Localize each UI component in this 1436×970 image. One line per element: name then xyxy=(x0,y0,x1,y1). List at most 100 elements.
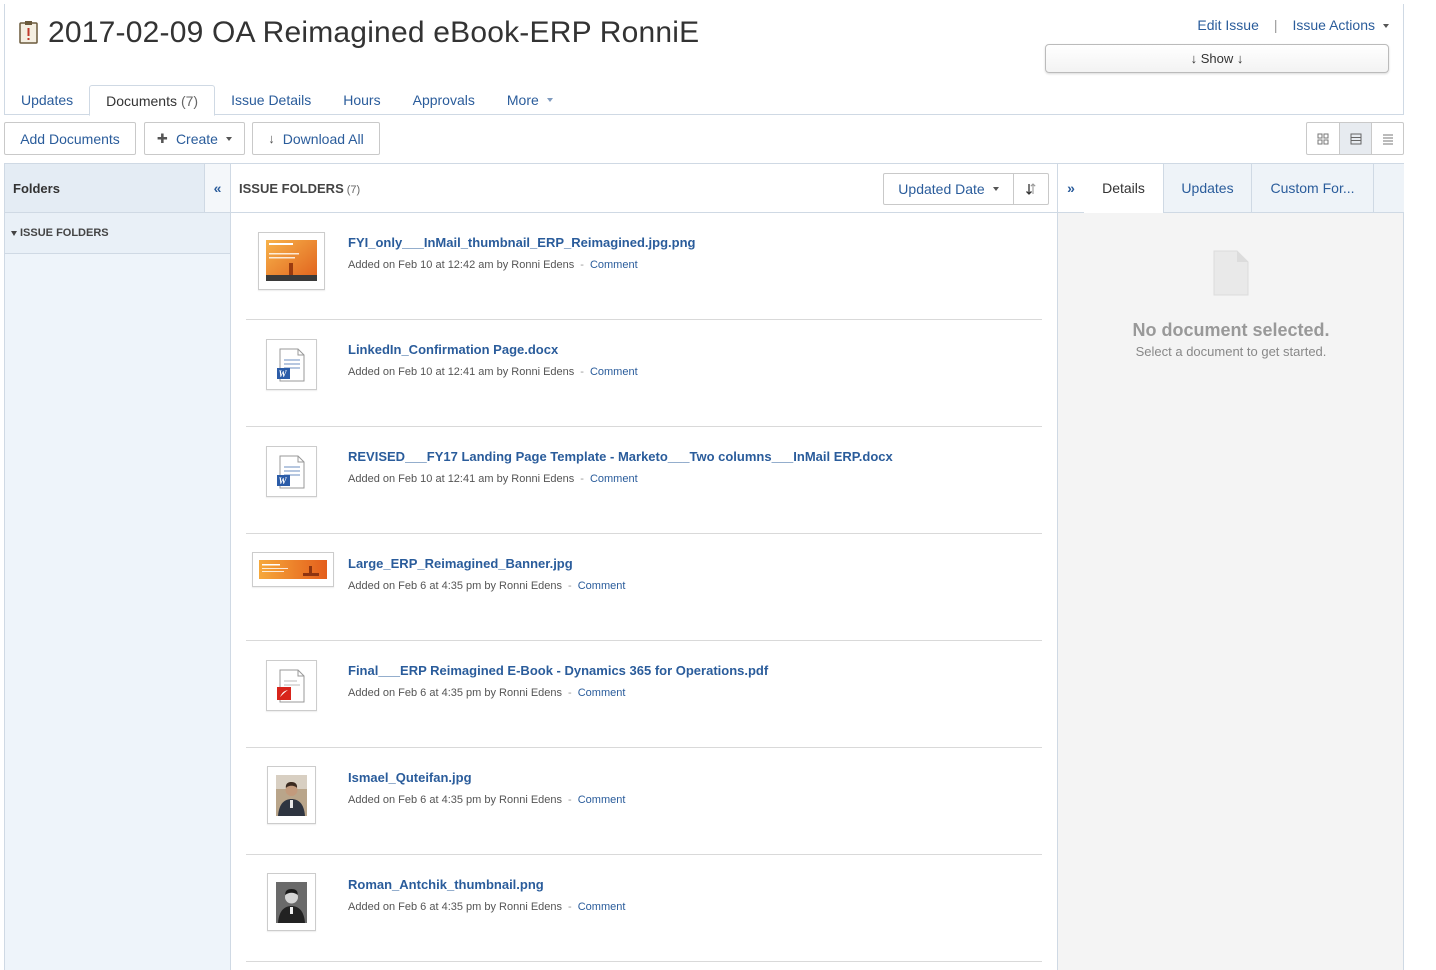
page-title: 2017-02-09 OA Reimagined eBook-ERP Ronni… xyxy=(48,16,700,49)
edit-issue-link[interactable]: Edit Issue xyxy=(1197,17,1258,33)
image-thumbnail[interactable] xyxy=(258,232,325,290)
svg-text:W: W xyxy=(279,369,288,379)
folders-heading: Folders xyxy=(13,180,60,196)
document-name-link[interactable]: Final___ERP Reimagined E-Book - Dynamics… xyxy=(348,663,768,678)
documents-heading: ISSUE FOLDERS (7) xyxy=(231,181,360,196)
added-info: Added on Feb 6 at 4:35 pm by Ronni Edens xyxy=(348,687,563,699)
sort-field-dropdown[interactable]: Updated Date xyxy=(884,174,1014,204)
tab-issue-details[interactable]: Issue Details xyxy=(215,85,327,115)
tab-hours[interactable]: Hours xyxy=(327,85,396,115)
tab-label: More xyxy=(506,92,539,108)
comment-link[interactable]: Comment xyxy=(578,580,626,592)
document-row[interactable]: FYI_only___InMail_thumbnail_ERP_Reimagin… xyxy=(246,213,1042,320)
tab-approvals[interactable]: Approvals xyxy=(397,85,491,115)
download-all-button[interactable]: ↓ Download All xyxy=(252,122,380,155)
comment-link[interactable]: Comment xyxy=(590,366,638,378)
tab-label: Hours xyxy=(343,92,381,108)
word-doc-icon: W xyxy=(277,348,305,382)
documents-heading-label: ISSUE FOLDERS xyxy=(239,180,344,196)
add-documents-label: Add Documents xyxy=(20,130,120,147)
photo-thumbnail[interactable] xyxy=(267,873,316,931)
header-actions: Edit Issue | Issue Actions xyxy=(1197,17,1389,33)
tab-label: Details xyxy=(1102,180,1145,196)
meta-separator: - xyxy=(580,473,584,485)
comment-link[interactable]: Comment xyxy=(590,259,638,271)
folders-pane: Folders « ISSUE FOLDERS xyxy=(5,164,231,970)
sort-field-label: Updated Date xyxy=(898,181,985,197)
document-row[interactable]: W LinkedIn_Confirmation Page.docx Added … xyxy=(246,320,1042,427)
added-info: Added on Feb 6 at 4:35 pm by Ronni Edens xyxy=(348,901,563,913)
comment-link[interactable]: Comment xyxy=(578,687,626,699)
empty-document-icon xyxy=(1213,250,1249,296)
documents-header: ISSUE FOLDERS (7) Updated Date xyxy=(231,164,1057,213)
document-name-link[interactable]: LinkedIn_Confirmation Page.docx xyxy=(348,342,558,357)
tab-details[interactable]: Details xyxy=(1084,164,1163,213)
document-meta: Added on Feb 6 at 4:35 pm by Ronni Edens… xyxy=(348,901,625,913)
comment-link[interactable]: Comment xyxy=(578,794,626,806)
document-name-link[interactable]: Large_ERP_Reimagined_Banner.jpg xyxy=(348,556,573,571)
issue-actions-menu[interactable]: Issue Actions xyxy=(1292,17,1389,33)
issue-icon xyxy=(19,21,38,44)
document-meta: Added on Feb 6 at 4:35 pm by Ronni Edens… xyxy=(348,794,625,806)
detail-view-icon[interactable] xyxy=(1339,123,1371,154)
photo-thumbnail[interactable] xyxy=(267,766,316,824)
document-name-link[interactable]: REVISED___FY17 Landing Page Template - M… xyxy=(348,449,893,464)
comment-link[interactable]: Comment xyxy=(578,901,626,913)
document-meta: Added on Feb 10 at 12:41 am by Ronni Ede… xyxy=(348,366,638,378)
folder-issue-folders[interactable]: ISSUE FOLDERS xyxy=(5,213,230,254)
folders-header: Folders « xyxy=(5,164,230,213)
details-pane: » Details Updates Custom For... No docum… xyxy=(1057,164,1404,970)
create-button[interactable]: ✚ Create xyxy=(144,122,245,155)
document-meta: Added on Feb 6 at 4:35 pm by Ronni Edens… xyxy=(348,687,625,699)
document-row[interactable]: Roman_Antchik_thumbnail.png Added on Feb… xyxy=(246,855,1042,962)
documents-pane: ISSUE FOLDERS (7) Updated Date FYI_only_… xyxy=(231,164,1057,970)
comment-link[interactable]: Comment xyxy=(590,473,638,485)
list-view-icon[interactable] xyxy=(1371,123,1403,154)
download-all-label: Download All xyxy=(282,130,364,147)
tab-more[interactable]: More xyxy=(491,85,569,115)
add-documents-button[interactable]: Add Documents xyxy=(4,122,136,155)
person-photo-bw-icon xyxy=(276,882,307,923)
orange-banner-icon xyxy=(259,560,327,579)
added-info: Added on Feb 6 at 4:35 pm by Ronni Edens xyxy=(348,580,563,592)
header-separator: | xyxy=(1273,17,1278,33)
word-doc-thumbnail[interactable]: W xyxy=(266,339,317,390)
document-name-link[interactable]: Roman_Antchik_thumbnail.png xyxy=(348,877,544,892)
chevron-down-icon xyxy=(546,98,553,102)
show-button[interactable]: ↓ Show ↓ xyxy=(1045,44,1389,73)
meta-separator: - xyxy=(568,580,572,592)
tab-label: Approvals xyxy=(412,92,475,108)
empty-state-subtitle: Select a document to get started. xyxy=(1135,344,1327,359)
word-doc-thumbnail[interactable]: W xyxy=(266,446,317,497)
banner-thumbnail[interactable] xyxy=(252,552,334,587)
chevron-down-icon xyxy=(225,136,232,141)
expand-details-button[interactable]: » xyxy=(1058,164,1084,213)
tab-documents[interactable]: Documents (7) xyxy=(89,85,216,116)
document-row[interactable]: Ismael_Quteifan.jpg Added on Feb 6 at 4:… xyxy=(246,748,1042,855)
tab-label: Updates xyxy=(21,92,74,108)
added-info: Added on Feb 10 at 12:42 am by Ronni Ede… xyxy=(348,259,575,271)
sort-direction-icon[interactable] xyxy=(1014,174,1048,204)
tab-custom-forms[interactable]: Custom For... xyxy=(1251,164,1373,213)
document-row[interactable]: Large_ERP_Reimagined_Banner.jpg Added on… xyxy=(246,534,1042,641)
document-meta: Added on Feb 10 at 12:42 am by Ronni Ede… xyxy=(348,259,638,271)
collapse-folders-button[interactable]: « xyxy=(204,164,230,212)
tab-overflow xyxy=(1373,164,1404,213)
caret-down-icon[interactable] xyxy=(11,230,17,236)
grid-view-icon[interactable] xyxy=(1307,123,1339,154)
tab-updates-panel[interactable]: Updates xyxy=(1163,164,1251,213)
meta-separator: - xyxy=(568,687,572,699)
create-label: Create xyxy=(175,130,218,147)
tab-updates[interactable]: Updates xyxy=(5,85,89,115)
document-name-link[interactable]: FYI_only___InMail_thumbnail_ERP_Reimagin… xyxy=(348,235,695,250)
svg-text:W: W xyxy=(279,476,288,486)
document-row[interactable]: W REVISED___FY17 Landing Page Template -… xyxy=(246,427,1042,534)
details-tabs: Details Updates Custom For... xyxy=(1084,164,1404,213)
document-row[interactable]: Final___ERP Reimagined E-Book - Dynamics… xyxy=(246,641,1042,748)
pdf-thumbnail[interactable] xyxy=(266,660,317,711)
document-name-link[interactable]: Ismael_Quteifan.jpg xyxy=(348,770,472,785)
pdf-icon xyxy=(277,669,305,703)
sort-controls: Updated Date xyxy=(883,173,1049,205)
issue-actions-label: Issue Actions xyxy=(1292,17,1376,33)
tab-label: Issue Details xyxy=(231,92,312,108)
